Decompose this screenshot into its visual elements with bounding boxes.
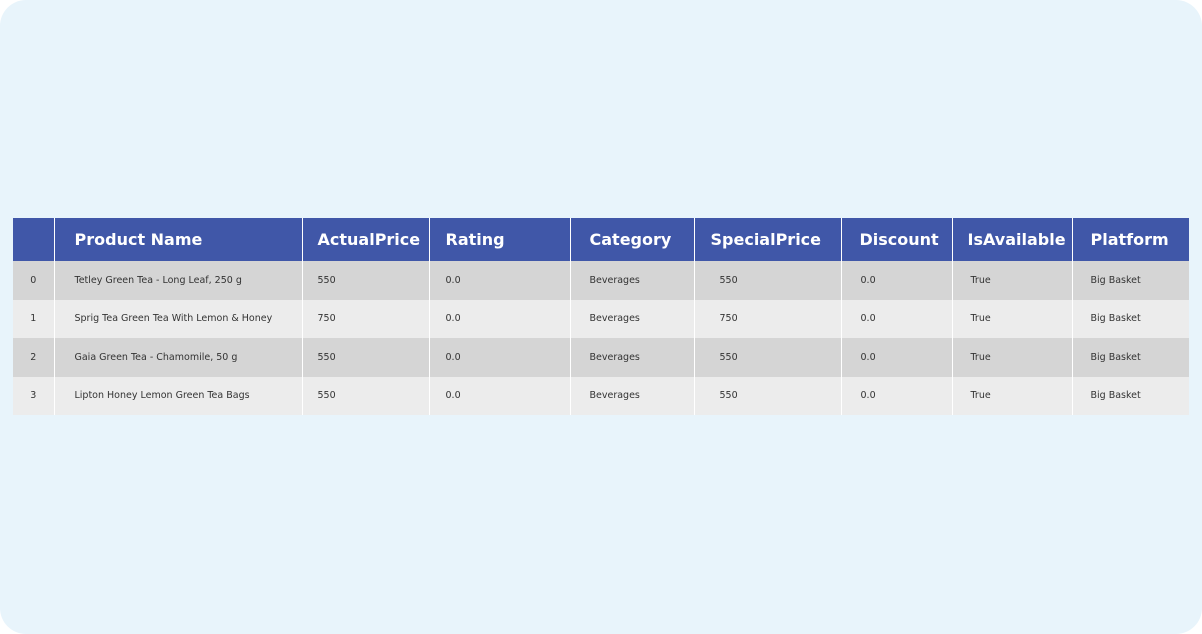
cell-rating: 0.0 [429,338,571,377]
column-header-rating: Rating [429,218,571,261]
table-header: Product Name ActualPrice Rating Category… [13,218,1189,261]
cell-actual-price: 750 [302,299,430,338]
cell-is-available: True [952,338,1073,377]
cell-product-name: Lipton Honey Lemon Green Tea Bags [54,376,303,415]
cell-index: 2 [13,338,55,377]
cell-discount: 0.0 [841,376,953,415]
cell-index: 1 [13,299,55,338]
header-row: Product Name ActualPrice Rating Category… [13,218,1189,261]
cell-rating: 0.0 [429,261,571,300]
cell-actual-price: 550 [302,261,430,300]
product-table-container: Product Name ActualPrice Rating Category… [13,218,1189,415]
column-header-actual-price: ActualPrice [302,218,430,261]
cell-product-name: Tetley Green Tea - Long Leaf, 250 g [54,261,303,300]
column-header-discount: Discount [841,218,953,261]
cell-actual-price: 550 [302,376,430,415]
page-canvas: Product Name ActualPrice Rating Category… [0,0,1202,634]
cell-is-available: True [952,261,1073,300]
table-row: 0 Tetley Green Tea - Long Leaf, 250 g 55… [13,261,1189,300]
cell-special-price: 550 [694,376,842,415]
table-row: 1 Sprig Tea Green Tea With Lemon & Honey… [13,299,1189,338]
cell-platform: Big Basket [1072,338,1189,377]
cell-discount: 0.0 [841,261,953,300]
cell-platform: Big Basket [1072,299,1189,338]
cell-category: Beverages [570,261,695,300]
table-body: 0 Tetley Green Tea - Long Leaf, 250 g 55… [13,261,1189,415]
column-header-category: Category [570,218,695,261]
cell-product-name: Sprig Tea Green Tea With Lemon & Honey [54,299,303,338]
cell-special-price: 550 [694,261,842,300]
cell-actual-price: 550 [302,338,430,377]
column-header-is-available: IsAvailable [952,218,1073,261]
column-header-special-price: SpecialPrice [694,218,842,261]
cell-discount: 0.0 [841,338,953,377]
cell-is-available: True [952,299,1073,338]
column-header-index [13,218,55,261]
cell-discount: 0.0 [841,299,953,338]
cell-platform: Big Basket [1072,376,1189,415]
column-header-product-name: Product Name [54,218,303,261]
table-row: 2 Gaia Green Tea - Chamomile, 50 g 550 0… [13,338,1189,377]
column-header-platform: Platform [1072,218,1189,261]
cell-rating: 0.0 [429,299,571,338]
cell-category: Beverages [570,299,695,338]
cell-category: Beverages [570,338,695,377]
cell-index: 3 [13,376,55,415]
cell-product-name: Gaia Green Tea - Chamomile, 50 g [54,338,303,377]
cell-index: 0 [13,261,55,300]
cell-special-price: 750 [694,299,842,338]
table-row: 3 Lipton Honey Lemon Green Tea Bags 550 … [13,376,1189,415]
cell-rating: 0.0 [429,376,571,415]
cell-category: Beverages [570,376,695,415]
cell-special-price: 550 [694,338,842,377]
cell-platform: Big Basket [1072,261,1189,300]
cell-is-available: True [952,376,1073,415]
product-table: Product Name ActualPrice Rating Category… [13,218,1189,415]
